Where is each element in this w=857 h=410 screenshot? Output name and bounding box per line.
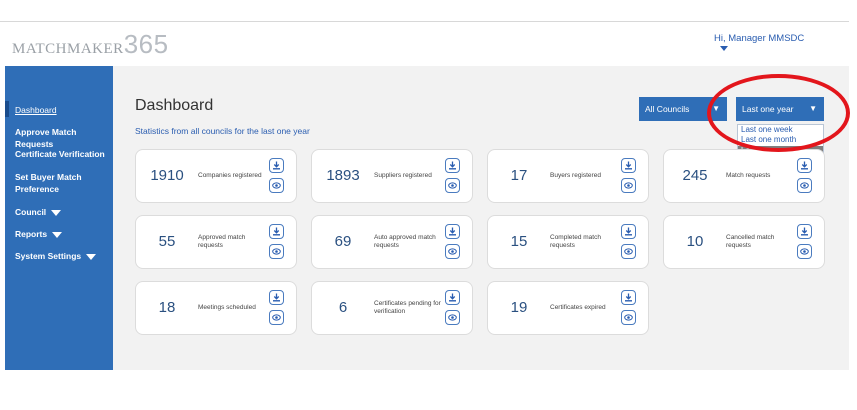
stat-card: 1893 Suppliers registered: [311, 149, 473, 203]
view-button[interactable]: [621, 244, 636, 259]
stat-label: Buyers registered: [550, 172, 601, 179]
page-edge: [849, 0, 857, 410]
view-button[interactable]: [621, 178, 636, 193]
sidebar-item-set-buyer-match-preference[interactable]: Set Buyer Match Preference: [15, 171, 105, 195]
stat-card: 10 Cancelled match requests: [663, 215, 825, 269]
stat-card: 6 Certificates pending for verification: [311, 281, 473, 335]
stat-card: 17 Buyers registered: [487, 149, 649, 203]
download-button[interactable]: [269, 290, 284, 305]
stat-value: 1893: [326, 167, 360, 184]
view-button[interactable]: [621, 310, 636, 325]
download-button[interactable]: [445, 290, 460, 305]
download-button[interactable]: [445, 158, 460, 173]
stat-label: Meetings scheduled: [198, 304, 256, 311]
sidebar-item-system-settings[interactable]: System Settings: [15, 250, 97, 262]
stat-value: 69: [334, 233, 352, 250]
sidebar-item-reports[interactable]: Reports: [15, 228, 63, 240]
stat-value: 17: [510, 167, 528, 184]
user-greeting[interactable]: Hi, Manager MMSDC: [714, 33, 804, 44]
user-menu-caret-icon[interactable]: [720, 46, 728, 51]
stat-label: Completed match requests: [550, 234, 601, 249]
download-button[interactable]: [269, 158, 284, 173]
download-button[interactable]: [797, 224, 812, 239]
download-button[interactable]: [621, 290, 636, 305]
view-button[interactable]: [797, 178, 812, 193]
download-button[interactable]: [621, 224, 636, 239]
stat-value: 19: [510, 299, 528, 316]
view-button[interactable]: [445, 244, 460, 259]
app-logo[interactable]: MATCHMAKER365: [12, 29, 169, 60]
stat-card: 245 Match requests: [663, 149, 825, 203]
caret-down-icon: [51, 209, 62, 216]
stat-label: Companies registered: [198, 172, 262, 179]
stat-value: 18: [158, 299, 176, 316]
stat-label: Match requests: [726, 172, 771, 179]
stat-label: Auto approved match requests: [374, 234, 436, 249]
sidebar-active-indicator: [5, 101, 9, 117]
sidebar-item-label: Council: [15, 207, 47, 217]
caret-down-icon: [86, 253, 97, 260]
sidebar-item-council[interactable]: Council: [15, 206, 62, 218]
stat-card: 55 Approved match requests: [135, 215, 297, 269]
council-select-value: All Councils: [645, 104, 690, 114]
stat-value: 6: [338, 299, 348, 316]
stat-value: 10: [686, 233, 704, 250]
download-button[interactable]: [445, 224, 460, 239]
view-button[interactable]: [269, 310, 284, 325]
view-button[interactable]: [445, 310, 460, 325]
stat-label: Suppliers registered: [374, 172, 432, 179]
stat-card: 18 Meetings scheduled: [135, 281, 297, 335]
sidebar-item-certificate-verification[interactable]: Certificate Verification: [15, 148, 105, 160]
stat-value: 1910: [150, 167, 184, 184]
view-button[interactable]: [797, 244, 812, 259]
download-button[interactable]: [269, 224, 284, 239]
stat-label: Certificates pending for verification: [374, 300, 441, 315]
sidebar: Dashboard Approve Match Requests Certifi…: [5, 66, 113, 370]
logo-text: MATCHMAKER: [12, 41, 124, 57]
stat-card: 19 Certificates expired: [487, 281, 649, 335]
page-title: Dashboard: [135, 97, 214, 114]
sidebar-item-dashboard[interactable]: Dashboard: [15, 104, 57, 116]
stat-card: 15 Completed match requests: [487, 215, 649, 269]
stat-label: Certificates expired: [550, 304, 606, 311]
download-button[interactable]: [621, 158, 636, 173]
caret-down-icon: [52, 231, 63, 238]
stat-value: 245: [682, 167, 708, 184]
logo-number: 365: [123, 29, 169, 59]
view-button[interactable]: [269, 244, 284, 259]
view-button[interactable]: [269, 178, 284, 193]
stat-value: 55: [158, 233, 176, 250]
stat-value: 15: [510, 233, 528, 250]
stat-card: 1910 Companies registered: [135, 149, 297, 203]
stat-label: Cancelled match requests: [726, 234, 775, 249]
stat-label: Approved match requests: [198, 234, 246, 249]
download-button[interactable]: [797, 158, 812, 173]
view-button[interactable]: [445, 178, 460, 193]
sidebar-item-label: System Settings: [15, 251, 82, 261]
highlight-circle: [707, 74, 850, 152]
stat-card: 69 Auto approved match requests: [311, 215, 473, 269]
page-subtitle: Statistics from all councils for the las…: [135, 126, 310, 136]
sidebar-item-approve-match-requests[interactable]: Approve Match Requests: [15, 126, 113, 150]
sidebar-item-label: Reports: [15, 229, 48, 239]
